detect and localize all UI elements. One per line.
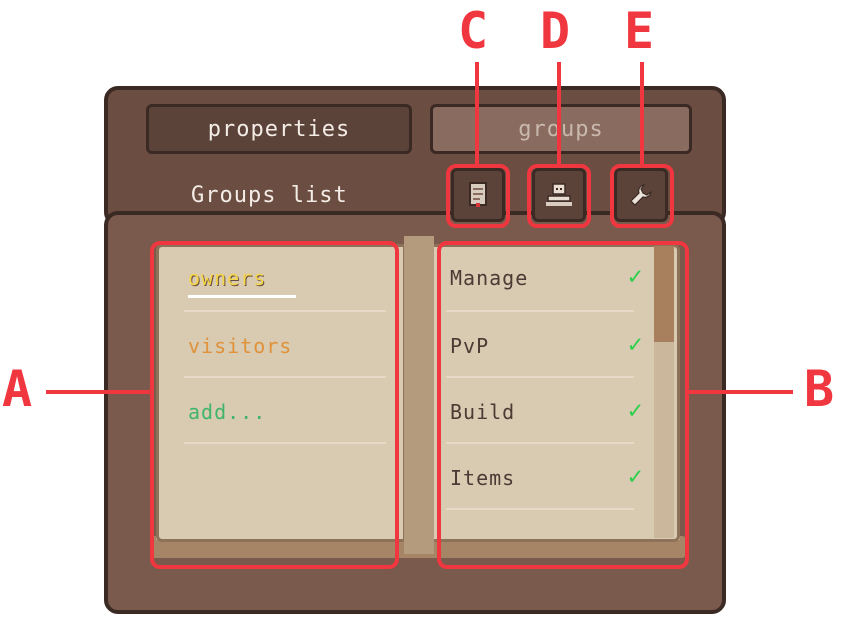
annotation-label-e: E: [624, 2, 655, 60]
annotation-label-c: C: [458, 2, 489, 60]
annotation-box-a: [150, 241, 399, 569]
tab-groups[interactable]: groups: [430, 104, 692, 154]
tab-properties-label: properties: [207, 116, 351, 142]
tab-properties[interactable]: properties: [146, 104, 412, 154]
annotation-label-b: B: [804, 360, 835, 418]
annotation-line-c: [475, 62, 479, 166]
annotation-line-b: [687, 390, 793, 394]
annotation-line-d: [557, 62, 561, 166]
annotation-label-d: D: [540, 2, 571, 60]
annotation-line-a: [46, 390, 152, 394]
annotation-label-a: A: [2, 360, 33, 418]
annotation-box-b: [437, 241, 689, 569]
annotation-line-e: [640, 62, 644, 166]
groups-list-title: Groups list: [191, 183, 348, 208]
annotation-box-e: [610, 164, 674, 228]
annotation-box-d: [527, 164, 591, 228]
annotation-box-c: [446, 164, 510, 228]
book-spine: [404, 236, 434, 554]
